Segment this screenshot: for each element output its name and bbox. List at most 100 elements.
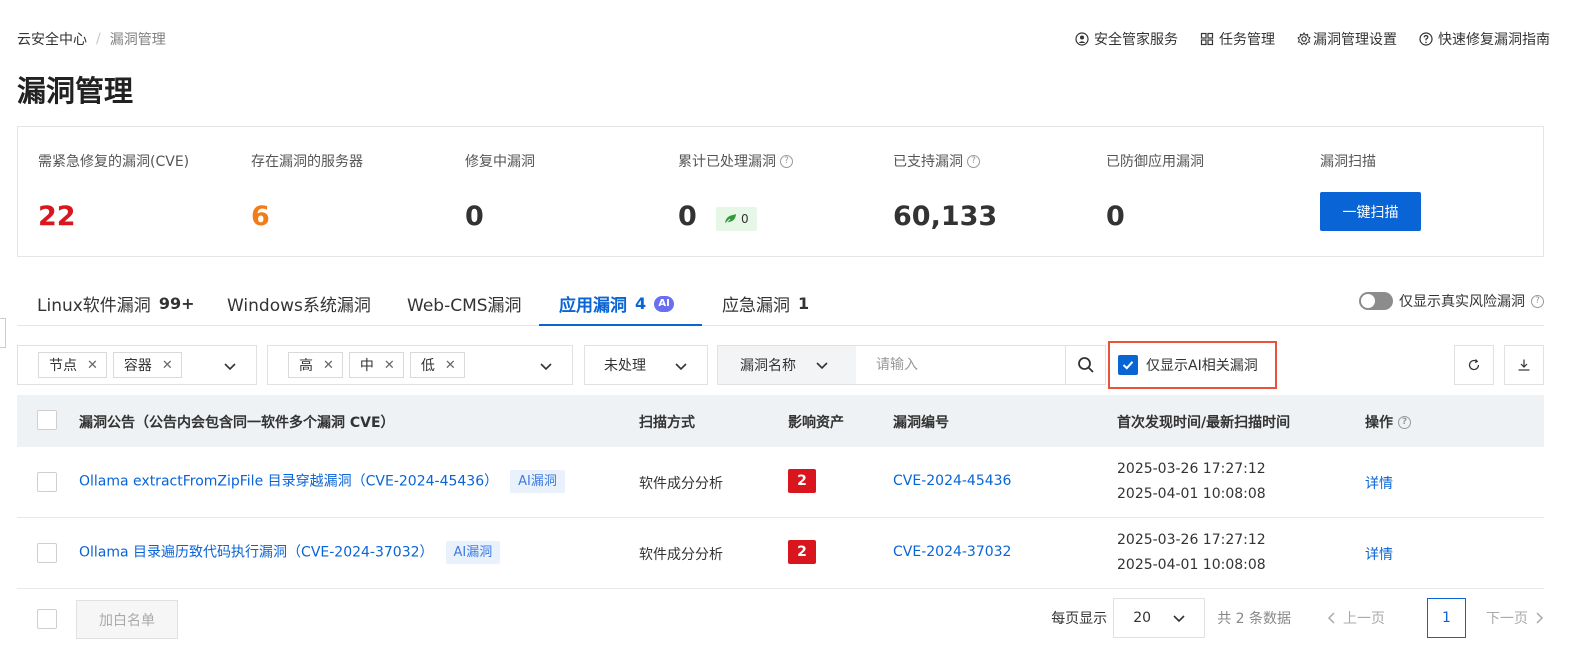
help-icon[interactable]: ? xyxy=(780,154,793,168)
filter-tag-low: 低 ✕ xyxy=(409,352,465,378)
quick-fix-guide-label: 快速修复漏洞指南 xyxy=(1438,32,1550,48)
close-icon[interactable]: ✕ xyxy=(87,358,98,373)
col-assets: 影响资产 xyxy=(788,415,844,431)
chevron-down-icon[interactable] xyxy=(673,358,689,374)
per-page-label: 每页显示 xyxy=(1051,611,1108,627)
ai-only-label[interactable]: 仅显示AI相关漏洞 xyxy=(1146,355,1258,375)
add-whitelist-button[interactable]: 加白名单 xyxy=(76,600,178,639)
select-all-checkbox[interactable] xyxy=(37,410,57,430)
vuln-title-link[interactable]: Ollama extractFromZipFile 目录穿越漏洞（CVE-202… xyxy=(79,474,498,490)
close-icon[interactable]: ✕ xyxy=(323,358,334,373)
stat-label: 存在漏洞的服务器 xyxy=(251,154,363,170)
row-checkbox[interactable] xyxy=(37,543,57,563)
row-checkbox[interactable] xyxy=(37,472,57,492)
level-filter[interactable]: 高 ✕ 中 ✕ 低 ✕ xyxy=(267,345,573,385)
chevron-down-icon[interactable] xyxy=(222,358,238,374)
download-button[interactable] xyxy=(1504,345,1544,385)
scan-method: 软件成分分析 xyxy=(639,476,723,492)
active-tab-indicator xyxy=(539,324,702,326)
search-field-select[interactable]: 漏洞名称 xyxy=(718,346,856,384)
handled-chip: 0 xyxy=(716,207,757,231)
close-icon[interactable]: ✕ xyxy=(445,358,456,373)
prev-page-label: 上一页 xyxy=(1343,611,1385,627)
vuln-settings-link[interactable]: 漏洞管理设置 xyxy=(1297,29,1397,49)
breadcrumb-root[interactable]: 云安全中心 xyxy=(17,29,87,49)
footer-select-all-checkbox[interactable] xyxy=(37,609,57,629)
breadcrumb-separator: / xyxy=(96,31,101,47)
search-field-value: 漏洞名称 xyxy=(740,358,796,374)
chevron-down-icon xyxy=(1173,615,1185,623)
filter-tag-high: 高 ✕ xyxy=(288,352,343,378)
next-page-button[interactable]: 下一页 xyxy=(1486,608,1544,628)
search-input[interactable] xyxy=(856,346,1065,384)
total-count: 共 2 条数据 xyxy=(1217,611,1291,627)
scan-method: 软件成分分析 xyxy=(639,547,723,563)
download-icon xyxy=(1518,359,1530,371)
page-number-button[interactable]: 1 xyxy=(1427,598,1466,638)
gear-icon xyxy=(1297,32,1311,46)
task-manage-link[interactable]: 任务管理 xyxy=(1200,29,1275,49)
help-icon[interactable]: ? xyxy=(967,154,980,168)
ai-badge: AI xyxy=(654,295,675,312)
close-icon[interactable]: ✕ xyxy=(384,358,395,373)
tab-app[interactable]: 应用漏洞 4 AI xyxy=(559,291,675,316)
status-filter[interactable]: 未处理 xyxy=(584,345,708,385)
stat-value: 0 xyxy=(678,201,697,232)
table-row: Ollama extractFromZipFile 目录穿越漏洞（CVE-202… xyxy=(17,447,1544,518)
affected-assets-badge[interactable]: 2 xyxy=(788,540,816,564)
ai-vuln-tag: AI漏洞 xyxy=(445,541,501,564)
task-manage-label: 任务管理 xyxy=(1219,32,1275,48)
table-footer: 加白名单 每页显示 20 共 2 条数据 上一页 1 下一页 xyxy=(17,596,1544,642)
details-link[interactable]: 详情 xyxy=(1365,473,1393,493)
stat-label: 修复中漏洞 xyxy=(465,154,535,170)
affected-assets-badge[interactable]: 2 xyxy=(788,469,816,493)
tag-label: 高 xyxy=(299,358,313,374)
quick-fix-guide-link[interactable]: 快速修复漏洞指南 xyxy=(1419,29,1550,49)
tag-label: 节点 xyxy=(49,358,77,374)
filter-tag-node: 节点 ✕ xyxy=(38,352,107,378)
question-icon xyxy=(1419,32,1433,46)
tab-label: 应用漏洞 xyxy=(559,296,627,316)
help-icon[interactable]: ? xyxy=(1531,294,1544,308)
vuln-title-link[interactable]: Ollama 目录遍历致代码执行漏洞（CVE-2024-37032） xyxy=(79,545,434,561)
tab-label: Web-CMS漏洞 xyxy=(407,296,522,316)
stat-handled[interactable]: 累计已处理漏洞 ? 0 0 xyxy=(678,127,798,256)
tab-linux[interactable]: Linux软件漏洞 99+ xyxy=(37,291,194,316)
one-click-scan-button[interactable]: 一键扫描 xyxy=(1320,192,1421,231)
prev-page-button[interactable]: 上一页 xyxy=(1327,608,1385,628)
security-service-link[interactable]: 安全管家服务 xyxy=(1075,29,1178,49)
tab-windows[interactable]: Windows系统漏洞 xyxy=(227,291,371,316)
details-link[interactable]: 详情 xyxy=(1365,544,1393,564)
next-page-label: 下一页 xyxy=(1486,611,1528,627)
pagination: 每页显示 20 共 2 条数据 上一页 1 下一页 xyxy=(1051,598,1544,638)
col-time: 首次发现时间/最新扫描时间 xyxy=(1117,415,1291,431)
tab-webcms[interactable]: Web-CMS漏洞 xyxy=(407,291,522,316)
row-title-cell: Ollama extractFromZipFile 目录穿越漏洞（CVE-202… xyxy=(79,470,565,493)
tab-label: Linux软件漏洞 xyxy=(37,296,151,316)
side-drawer-handle[interactable] xyxy=(0,318,6,348)
search-button[interactable] xyxy=(1065,346,1105,384)
breadcrumb-current: 漏洞管理 xyxy=(109,32,166,48)
help-icon[interactable]: ? xyxy=(1398,415,1411,429)
checkmark-icon xyxy=(1122,361,1134,370)
ai-only-checkbox[interactable] xyxy=(1118,355,1138,375)
filter-tag-medium: 中 ✕ xyxy=(348,352,404,378)
cve-id-link[interactable]: CVE-2024-45436 xyxy=(893,473,1011,489)
ai-vuln-tag: AI漏洞 xyxy=(510,470,565,493)
breadcrumb: 云安全中心 / 漏洞管理 xyxy=(17,29,166,49)
top-bar: 云安全中心 / 漏洞管理 安全管家服务 任务管理 漏洞管理设置 快速修复漏洞指南 xyxy=(17,28,1550,50)
real-risk-toggle[interactable] xyxy=(1359,292,1393,310)
cve-id-link[interactable]: CVE-2024-37032 xyxy=(893,544,1011,560)
stats-panel: 需紧急修复的漏洞(CVE) 22 存在漏洞的服务器 6 修复中漏洞 0 累计已处… xyxy=(17,126,1544,257)
real-risk-toggle-group: 仅显示真实风险漏洞 ? xyxy=(1359,291,1544,311)
refresh-button[interactable] xyxy=(1454,345,1494,385)
stat-label-text: 已支持漏洞 xyxy=(893,154,963,170)
stat-value: 60,133 xyxy=(893,201,998,232)
chevron-down-icon[interactable] xyxy=(538,358,554,374)
node-type-filter[interactable]: 节点 ✕ 容器 ✕ xyxy=(17,345,257,385)
tab-emergency[interactable]: 应急漏洞 1 xyxy=(722,291,809,316)
close-icon[interactable]: ✕ xyxy=(162,358,173,373)
tag-label: 中 xyxy=(359,358,374,374)
col-notice: 漏洞公告（公告内会包含同一软件多个漏洞 CVE） xyxy=(79,415,395,431)
per-page-select[interactable]: 20 xyxy=(1113,598,1206,638)
